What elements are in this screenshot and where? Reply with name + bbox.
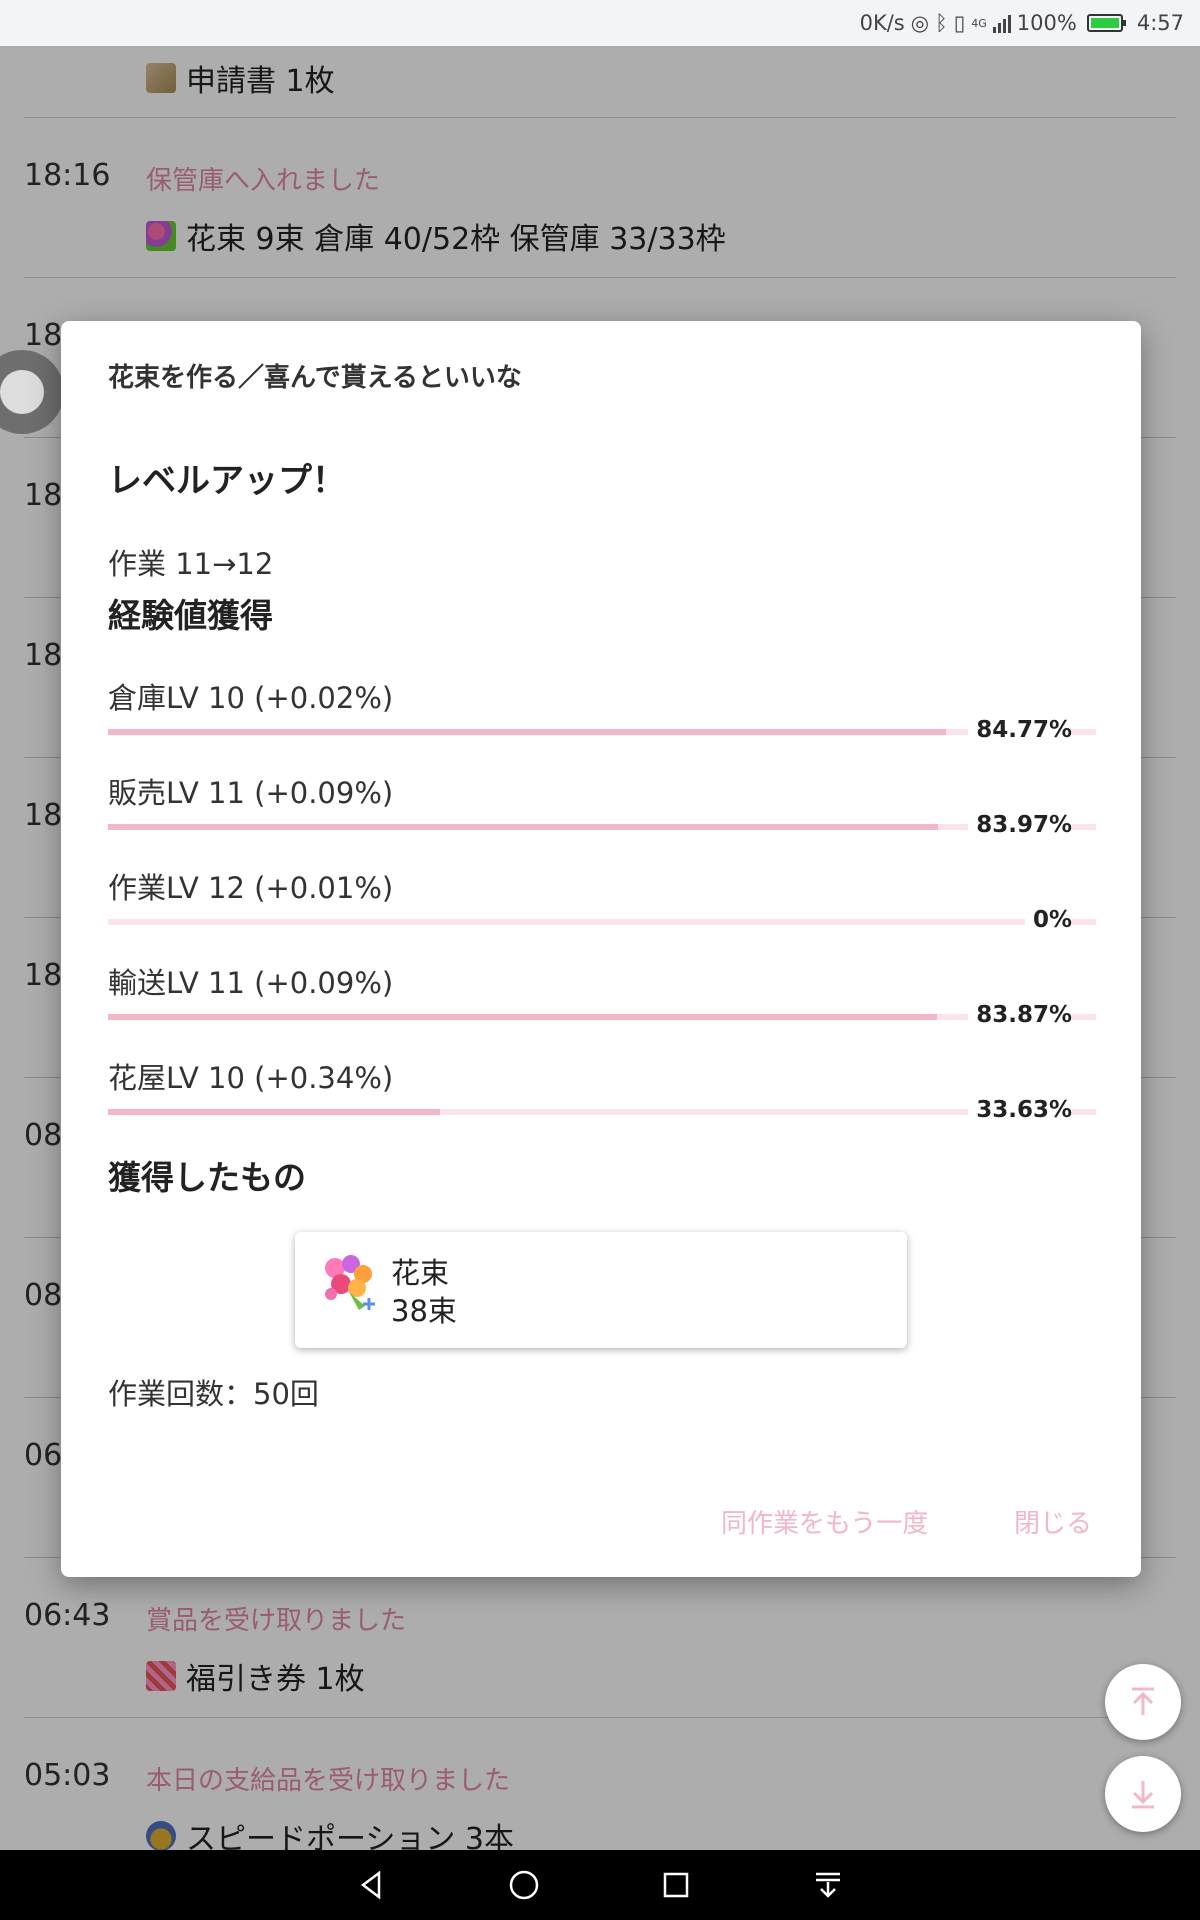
skill-percent: 83.87%	[968, 1002, 1072, 1028]
progress-track	[108, 1014, 1096, 1020]
skill-label: 作業LV 12 (+0.01%)	[108, 871, 394, 905]
progress-fill	[108, 824, 938, 830]
back-triangle-icon	[360, 1870, 381, 1900]
home-button[interactable]	[503, 1864, 545, 1906]
vibrate-icon: ▯	[953, 11, 966, 35]
clock: 4:57	[1136, 11, 1184, 35]
recents-square-icon	[663, 1872, 689, 1898]
signal-icon	[992, 13, 1011, 33]
bouquet-icon	[325, 1255, 375, 1310]
skill-progress: 倉庫LV 10 (+0.02%) 84.77%	[108, 675, 1096, 755]
skill-percent: 33.63%	[968, 1097, 1072, 1123]
progress-fill	[108, 729, 946, 735]
scroll-top-button[interactable]	[1105, 1664, 1181, 1740]
skill-progress: 作業LV 12 (+0.01%) 0%	[108, 865, 1096, 945]
progress-track	[108, 1109, 1096, 1115]
back-button[interactable]	[351, 1864, 393, 1906]
progress-track	[108, 824, 1096, 830]
scroll-bottom-button[interactable]	[1105, 1756, 1181, 1832]
arrow-to-bottom-icon	[1132, 1781, 1154, 1809]
exp-heading: 経験値獲得	[108, 596, 273, 635]
dialog-title: 花束を作る／喜んで貰えるといいな	[108, 363, 522, 393]
level-change-text: 作業 11→12	[108, 547, 274, 581]
arrow-to-top-icon	[1132, 1687, 1154, 1715]
skill-percent: 84.77%	[968, 717, 1072, 743]
pull-down-icon	[816, 1872, 840, 1898]
work-count: 作業回数：50回	[108, 1377, 319, 1411]
battery-icon	[1086, 14, 1126, 32]
skill-progress: 販売LV 11 (+0.09%) 83.97%	[108, 770, 1096, 850]
network-type: 4G	[971, 16, 987, 30]
navigation-bar	[0, 1850, 1200, 1920]
item-quantity: 38束	[391, 1294, 457, 1328]
obtained-heading: 獲得したもの	[108, 1158, 306, 1197]
hotspot-icon: ◎	[910, 11, 930, 35]
notification-pull-button[interactable]	[807, 1864, 849, 1906]
skill-progress: 花屋LV 10 (+0.34%) 33.63%	[108, 1055, 1096, 1135]
item-name: 花束	[391, 1256, 450, 1290]
skill-label: 倉庫LV 10 (+0.02%)	[108, 681, 394, 715]
battery-percent: 100%	[1016, 11, 1077, 35]
obtained-item-card[interactable]: 花束 38束	[295, 1232, 907, 1348]
status-bar: 0K/s ◎ ᛒ ▯ 4G 100% 4:57	[0, 0, 1200, 46]
skill-percent: 83.97%	[968, 812, 1072, 838]
repeat-work-button[interactable]: 同作業をもう一度	[721, 1503, 928, 1540]
home-circle-icon	[509, 1870, 539, 1900]
level-up-heading: レベルアップ！	[108, 461, 346, 501]
result-dialog: 花束を作る／喜んで貰えるといいな レベルアップ！ 作業 11→12 経験値獲得 …	[61, 321, 1141, 1577]
recents-button[interactable]	[655, 1864, 697, 1906]
close-button[interactable]: 閉じる	[1014, 1503, 1092, 1540]
network-speed: 0K/s	[859, 11, 905, 35]
progress-fill	[108, 1014, 937, 1020]
skill-label: 輸送LV 11 (+0.09%)	[108, 966, 394, 1000]
bluetooth-icon: ᛒ	[935, 11, 948, 35]
skill-progress: 輸送LV 11 (+0.09%) 83.87%	[108, 960, 1096, 1040]
progress-track	[108, 919, 1096, 925]
skill-percent: 0%	[1024, 907, 1072, 933]
skill-label: 花屋LV 10 (+0.34%)	[108, 1061, 394, 1095]
progress-track	[108, 729, 1096, 735]
progress-fill	[108, 1109, 441, 1115]
skill-label: 販売LV 11 (+0.09%)	[108, 776, 394, 810]
